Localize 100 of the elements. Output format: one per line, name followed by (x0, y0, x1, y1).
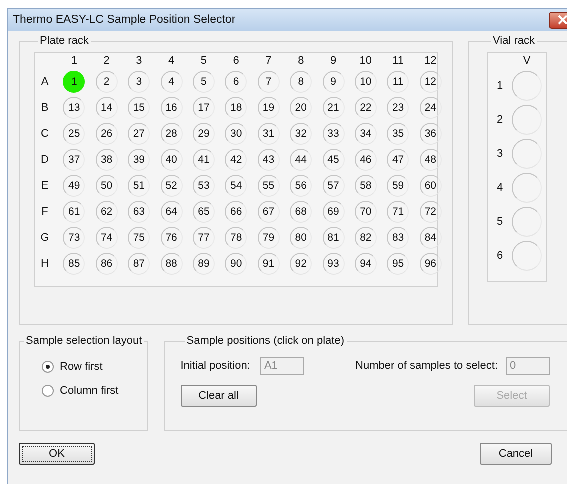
well[interactable]: 8 (290, 71, 312, 93)
well[interactable]: 31 (258, 123, 280, 145)
vial-position[interactable] (512, 139, 542, 169)
well[interactable]: 28 (160, 123, 183, 145)
well[interactable]: 46 (354, 149, 377, 171)
well[interactable]: 87 (128, 253, 150, 275)
well[interactable]: 92 (290, 253, 312, 275)
well[interactable]: 88 (160, 253, 183, 275)
well[interactable]: 86 (96, 253, 118, 275)
well[interactable]: 35 (387, 123, 410, 145)
well[interactable]: 47 (387, 149, 410, 171)
well[interactable]: 20 (290, 97, 312, 119)
well[interactable]: 66 (225, 201, 248, 223)
well[interactable]: 34 (354, 123, 377, 145)
well[interactable]: 37 (63, 149, 86, 171)
well[interactable]: 42 (225, 149, 248, 171)
well[interactable]: 59 (387, 175, 410, 197)
well[interactable]: 60 (420, 175, 442, 197)
well[interactable]: 62 (96, 201, 118, 223)
ok-button[interactable]: OK (19, 443, 95, 465)
well[interactable]: 43 (258, 149, 280, 171)
well[interactable]: 90 (225, 253, 248, 275)
well[interactable]: 38 (96, 149, 118, 171)
well[interactable]: 27 (128, 123, 150, 145)
well[interactable]: 91 (258, 253, 280, 275)
well[interactable]: 6 (225, 71, 248, 93)
well[interactable]: 57 (322, 175, 345, 197)
well[interactable]: 55 (258, 175, 280, 197)
well[interactable]: 74 (96, 227, 118, 249)
well[interactable]: 7 (258, 71, 280, 93)
well[interactable]: 89 (192, 253, 215, 275)
well[interactable]: 79 (258, 227, 280, 249)
well[interactable]: 18 (225, 97, 248, 119)
vial-position[interactable] (512, 173, 542, 203)
well[interactable]: 94 (354, 253, 377, 275)
well[interactable]: 48 (420, 149, 442, 171)
well[interactable]: 64 (160, 201, 183, 223)
well[interactable]: 24 (420, 97, 442, 119)
well[interactable]: 95 (387, 253, 410, 275)
well[interactable]: 41 (192, 149, 215, 171)
well[interactable]: 30 (225, 123, 248, 145)
well[interactable]: 19 (258, 97, 280, 119)
well[interactable]: 70 (354, 201, 377, 223)
well[interactable]: 76 (160, 227, 183, 249)
well[interactable]: 33 (322, 123, 345, 145)
well[interactable]: 15 (128, 97, 150, 119)
well[interactable]: 10 (354, 71, 377, 93)
cancel-button[interactable]: Cancel (480, 443, 552, 465)
well[interactable]: 13 (63, 97, 86, 119)
well[interactable]: 58 (354, 175, 377, 197)
well[interactable]: 9 (322, 71, 345, 93)
well[interactable]: 40 (160, 149, 183, 171)
well[interactable]: 93 (322, 253, 345, 275)
well[interactable]: 2 (96, 71, 118, 93)
vial-position[interactable] (512, 207, 542, 237)
well[interactable]: 44 (290, 149, 312, 171)
vial-position[interactable] (512, 71, 542, 101)
vial-position[interactable] (512, 105, 542, 135)
well[interactable]: 17 (192, 97, 215, 119)
well[interactable]: 56 (290, 175, 312, 197)
well[interactable]: 23 (387, 97, 410, 119)
well[interactable]: 77 (192, 227, 215, 249)
well[interactable]: 11 (387, 71, 410, 93)
well[interactable]: 51 (128, 175, 150, 197)
well[interactable]: 5 (192, 71, 215, 93)
radio-button[interactable] (42, 385, 54, 397)
well[interactable]: 16 (160, 97, 183, 119)
well[interactable]: 22 (354, 97, 377, 119)
well[interactable]: 53 (192, 175, 215, 197)
well[interactable]: 78 (225, 227, 248, 249)
well[interactable]: 4 (160, 71, 183, 93)
well[interactable]: 50 (96, 175, 118, 197)
radio-button[interactable] (42, 361, 54, 373)
well[interactable]: 65 (192, 201, 215, 223)
well[interactable]: 73 (63, 227, 86, 249)
well[interactable]: 75 (128, 227, 150, 249)
well[interactable]: 21 (322, 97, 345, 119)
well[interactable]: 68 (290, 201, 312, 223)
well[interactable]: 3 (128, 71, 150, 93)
well[interactable]: 12 (420, 71, 442, 93)
well[interactable]: 85 (63, 253, 86, 275)
well[interactable]: 67 (258, 201, 280, 223)
well[interactable]: 39 (128, 149, 150, 171)
well[interactable]: 14 (96, 97, 118, 119)
well[interactable]: 26 (96, 123, 118, 145)
well[interactable]: 81 (322, 227, 345, 249)
well[interactable]: 96 (420, 253, 442, 275)
well[interactable]: 45 (322, 149, 345, 171)
well[interactable]: 72 (420, 201, 442, 223)
well[interactable]: 82 (354, 227, 377, 249)
well[interactable]: 84 (420, 227, 442, 249)
well[interactable]: 49 (63, 175, 86, 197)
well[interactable]: 83 (387, 227, 410, 249)
well[interactable]: 69 (322, 201, 345, 223)
well[interactable]: 63 (128, 201, 150, 223)
clear-all-button[interactable]: Clear all (180, 385, 257, 407)
well[interactable]: 54 (225, 175, 248, 197)
well[interactable]: 29 (192, 123, 215, 145)
vial-position[interactable] (512, 241, 542, 271)
well[interactable]: 36 (420, 123, 442, 145)
